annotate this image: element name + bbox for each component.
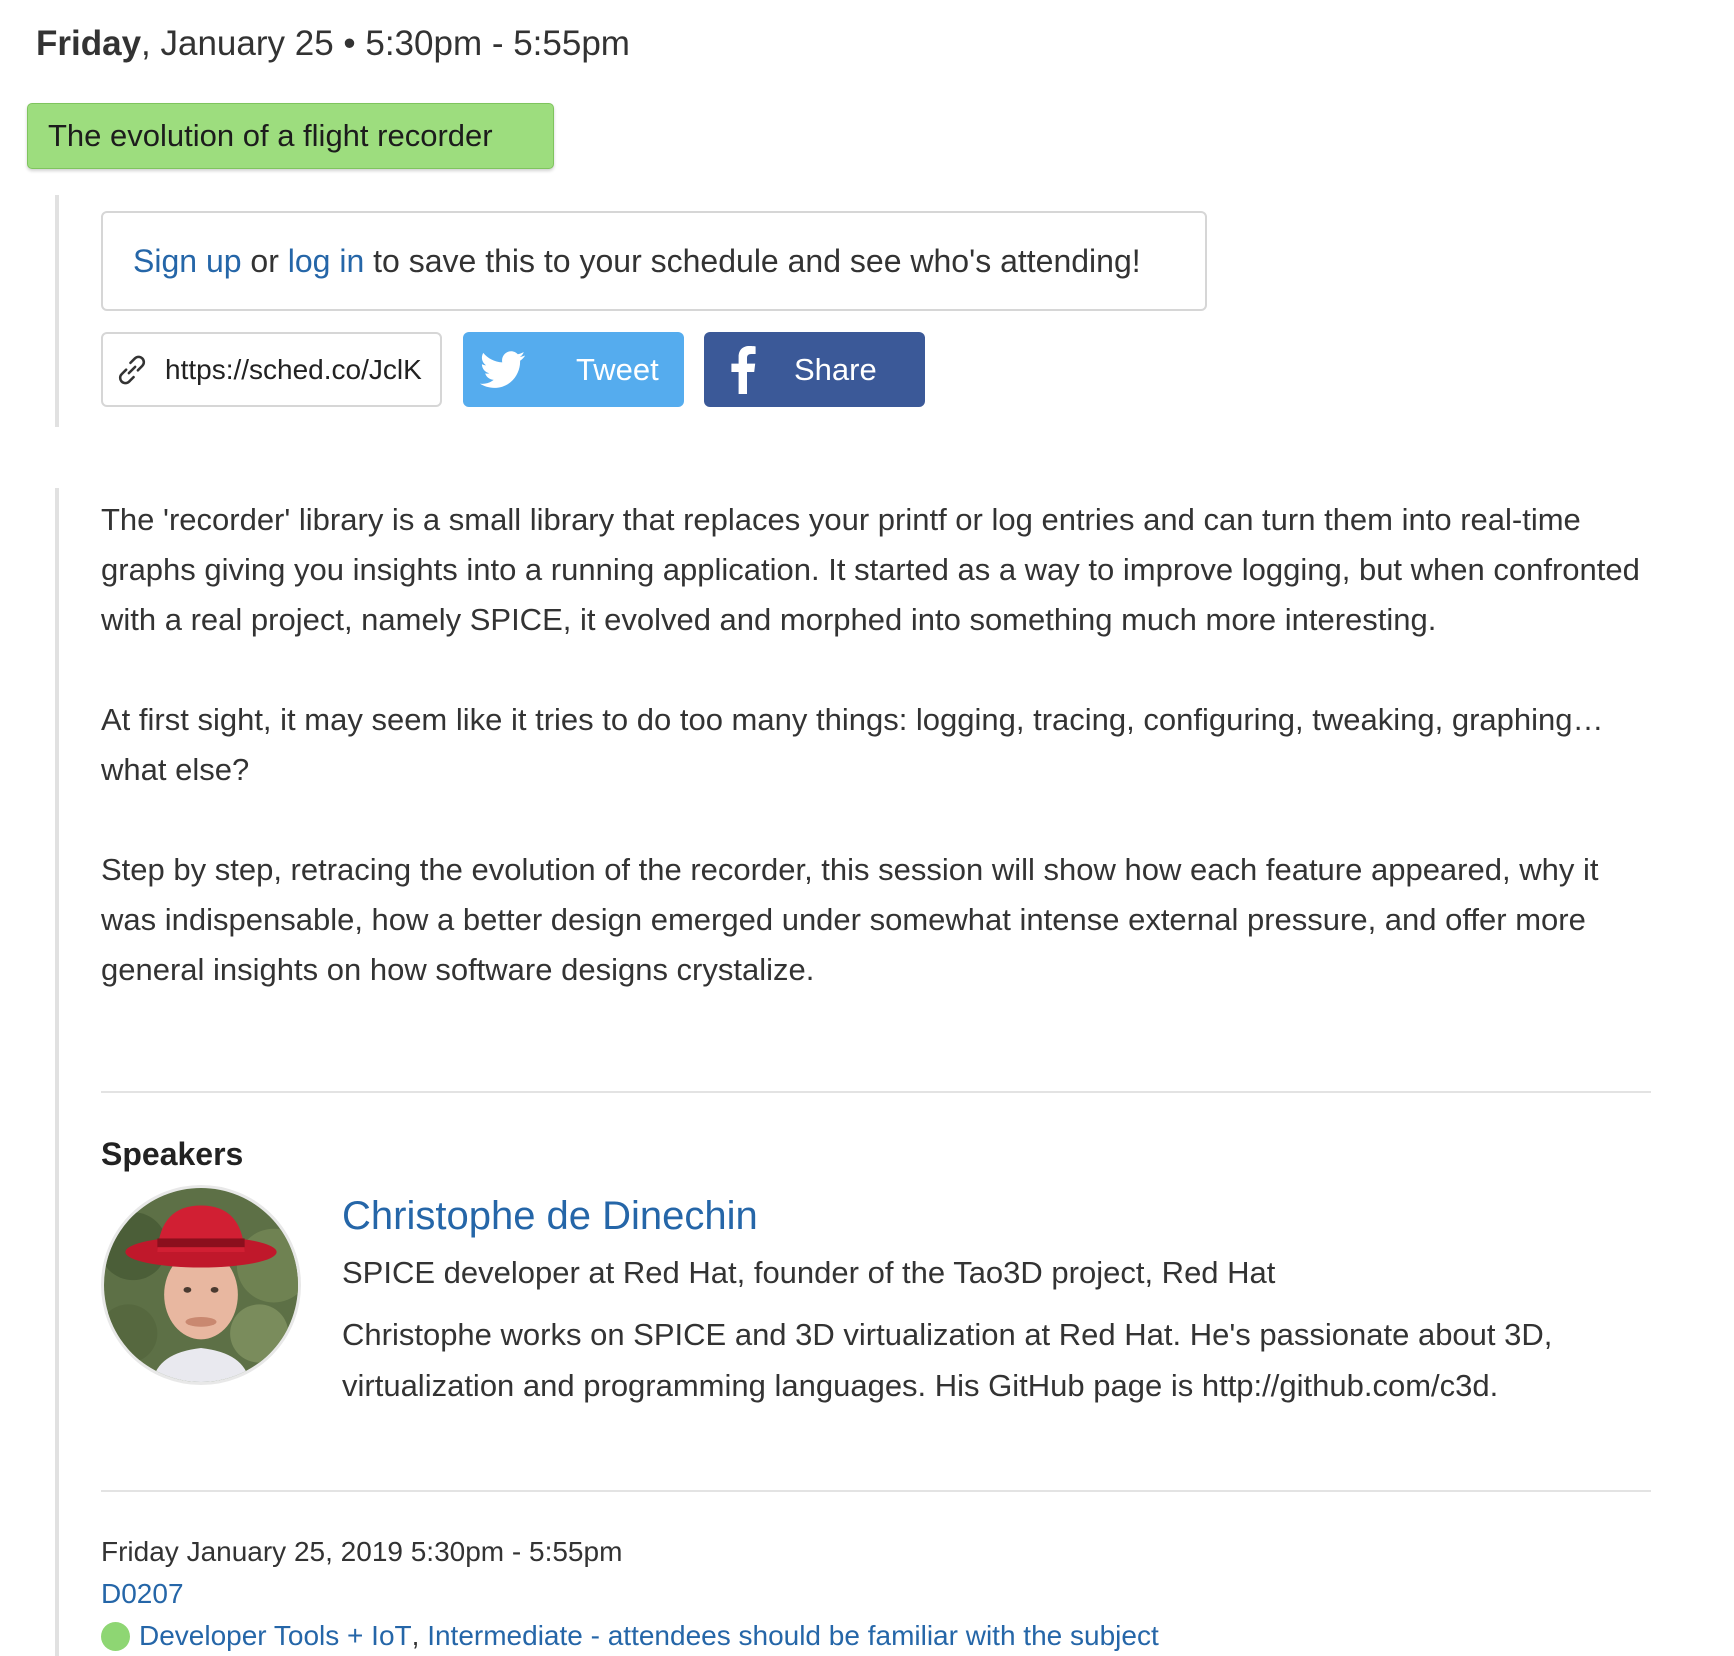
speaker-role: SPICE developer at Red Hat, founder of t… <box>342 1255 1276 1290</box>
login-link[interactable]: log in <box>288 243 365 279</box>
section-rule-top <box>55 195 59 427</box>
facebook-share-button[interactable]: Share <box>704 332 925 407</box>
short-url-text: https://sched.co/JclK <box>165 353 422 385</box>
section-rule-main <box>55 488 59 1656</box>
speaker-avatar[interactable] <box>101 1185 301 1385</box>
speaker-name-link[interactable]: Christophe de Dinechin <box>342 1194 758 1239</box>
session-datetime: Friday, January 25 • 5:30pm - 5:55pm <box>36 24 630 64</box>
session-description: The 'recorder' library is a small librar… <box>101 495 1661 1045</box>
tweet-label: Tweet <box>576 351 659 387</box>
speaker-photo <box>104 1188 298 1382</box>
level-link[interactable]: Intermediate - attendees should be famil… <box>427 1620 1159 1652</box>
divider <box>101 1490 1651 1492</box>
footer-tags: Developer Tools + IoT, Intermediate - at… <box>101 1620 1159 1652</box>
short-url-box[interactable]: https://sched.co/JclK <box>101 332 442 407</box>
share-label: Share <box>794 351 877 387</box>
session-day: Friday <box>36 24 142 63</box>
description-paragraph: Step by step, retracing the evolution of… <box>101 852 1599 987</box>
signup-link[interactable]: Sign up <box>133 243 242 279</box>
footer-datetime: Friday January 25, 2019 5:30pm - 5:55pm <box>101 1536 623 1567</box>
speaker-bio: Christophe works on SPICE and 3D virtual… <box>342 1317 1553 1403</box>
speakers-heading: Speakers <box>101 1136 244 1172</box>
divider <box>101 1091 1651 1093</box>
facebook-icon <box>731 345 756 394</box>
twitter-icon <box>480 350 526 388</box>
description-paragraph: The 'recorder' library is a small librar… <box>101 502 1640 637</box>
signup-prompt: Sign up or log in to save this to your s… <box>101 211 1207 311</box>
link-icon <box>118 355 146 384</box>
signup-rest-text: to save this to your schedule and see wh… <box>364 243 1141 279</box>
track-color-dot <box>101 1621 130 1651</box>
signup-or-text: or <box>241 243 288 279</box>
description-paragraph: At first sight, it may seem like it trie… <box>101 702 1604 787</box>
tweet-button[interactable]: Tweet <box>463 332 684 407</box>
session-date-time: , January 25 • 5:30pm - 5:55pm <box>141 24 630 63</box>
tag-separator: , <box>411 1620 428 1651</box>
room-link[interactable]: D0207 <box>101 1578 184 1610</box>
track-link[interactable]: Developer Tools + IoT <box>139 1620 412 1652</box>
session-title: The evolution of a flight recorder <box>27 103 554 169</box>
